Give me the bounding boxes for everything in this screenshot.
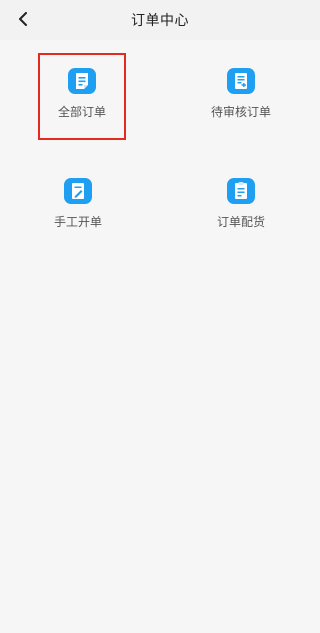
menu-item-label: 订单配货 <box>216 215 265 229</box>
order-center-screen: 订单中心 全部订单 待审核订单 手工开单 订单配货 <box>0 0 320 633</box>
top-bar: 订单中心 <box>0 0 320 40</box>
menu-item-order-picking[interactable]: 订单配货 <box>186 150 296 230</box>
document-edit-icon <box>64 178 92 204</box>
chevron-left-icon <box>19 12 27 26</box>
highlight-box <box>38 53 126 140</box>
back-button[interactable] <box>10 5 36 33</box>
menu-item-label: 手工开单 <box>53 215 102 229</box>
document-clip-icon <box>227 178 255 204</box>
menu-item-label: 待审核订单 <box>210 105 271 119</box>
document-review-icon <box>227 68 255 94</box>
page-title: 订单中心 <box>131 13 189 29</box>
menu-item-pending-orders[interactable]: 待审核订单 <box>186 40 296 120</box>
menu-item-manual-order[interactable]: 手工开单 <box>23 150 133 230</box>
